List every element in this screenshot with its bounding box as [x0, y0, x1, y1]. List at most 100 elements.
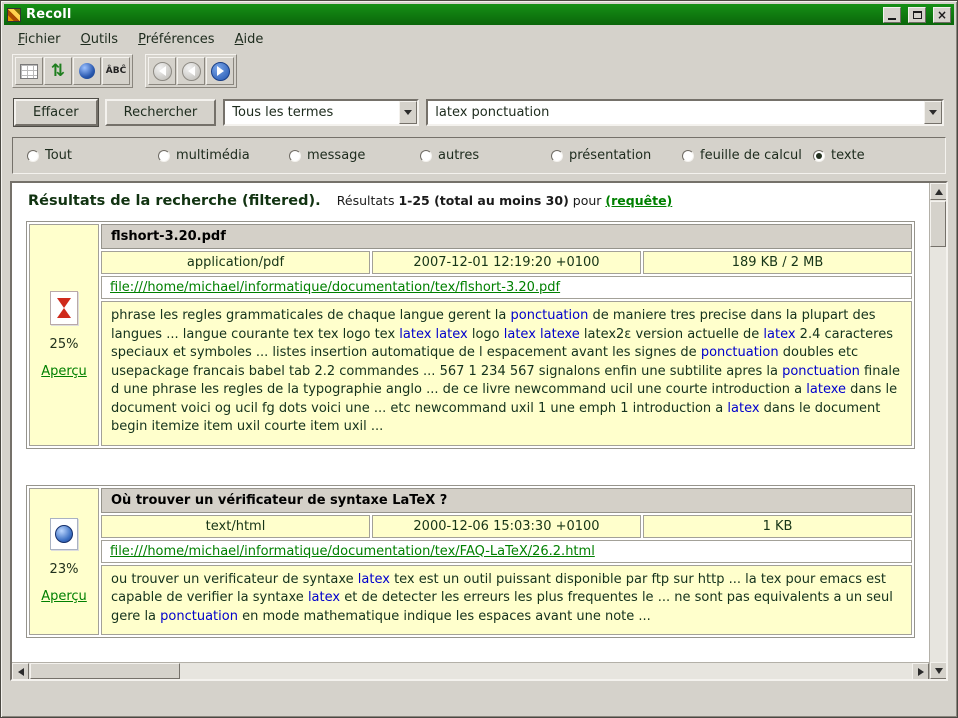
result-side-panel: 23% Aperçu [29, 488, 99, 636]
query-link[interactable]: (requête) [605, 193, 672, 208]
filter-message[interactable]: message [289, 148, 420, 163]
arrow-right-icon [918, 668, 924, 676]
chevron-down-icon [929, 110, 937, 115]
results-connector: pour [573, 193, 602, 208]
clear-search-button[interactable] [15, 57, 43, 85]
doc-date: 2007-12-01 12:19:20 +0100 [372, 251, 641, 274]
highlighted-term: latex [308, 590, 340, 605]
relevance-percent: 25% [50, 337, 79, 352]
horizontal-scrollbar-thumb[interactable] [30, 663, 180, 679]
update-index-button[interactable]: ⇅ [44, 57, 72, 85]
preview-link[interactable]: Aperçu [41, 364, 87, 379]
minimize-button[interactable] [883, 7, 901, 23]
result-main: Où trouver un vérificateur de syntaxe La… [101, 488, 912, 636]
scroll-down-button[interactable] [930, 662, 947, 679]
filter-label: présentation [569, 148, 651, 163]
next-page-button[interactable] [206, 57, 234, 85]
toolbar-group-main: ⇅ ÂBĈ [12, 54, 133, 88]
search-row: Effacer Rechercher Tous les termes [4, 93, 954, 130]
query-history-dropdown-button[interactable] [924, 101, 942, 124]
scroll-right-button[interactable] [912, 663, 929, 680]
document-url-link[interactable]: file:///home/michael/informatique/docume… [110, 544, 595, 559]
result-snippet: phrase les regles grammaticales de chaqu… [101, 301, 912, 446]
query-input[interactable] [428, 101, 924, 124]
filter-multimedia[interactable]: multimédia [158, 148, 289, 163]
html-document-icon[interactable] [50, 518, 78, 550]
filter-label: autres [438, 148, 479, 163]
results-area: Résultats de la recherche (filtered). Ré… [10, 181, 948, 681]
maximize-button[interactable] [908, 7, 926, 23]
document-url-link[interactable]: file:///home/michael/informatique/docume… [110, 280, 560, 295]
first-page-button[interactable] [148, 57, 176, 85]
menu-fichier[interactable]: Fichier [10, 29, 69, 50]
search-mode-combobox[interactable]: Tous les termes [223, 99, 419, 126]
radio-icon [289, 150, 301, 162]
filter-label: Tout [45, 148, 72, 163]
previous-page-button[interactable] [177, 57, 205, 85]
term-explorer-button[interactable]: ÂBĈ [102, 57, 130, 85]
search-button-tool[interactable] [73, 57, 101, 85]
highlighted-term: latex latexe [504, 327, 580, 342]
filter-tout[interactable]: Tout [27, 148, 158, 163]
results-header: Résultats de la recherche (filtered). Ré… [20, 191, 921, 221]
result-main: flshort-3.20.pdf application/pdf 2007-12… [101, 224, 912, 446]
filter-texte[interactable]: texte [813, 148, 865, 163]
radio-icon [551, 150, 563, 162]
next-page-icon [211, 62, 230, 81]
menu-preferences[interactable]: Préférences [130, 29, 222, 50]
preview-link[interactable]: Aperçu [41, 589, 87, 604]
radio-icon [27, 150, 39, 162]
titlebar: Recoll × [4, 4, 954, 25]
highlighted-term: latex [763, 327, 795, 342]
pdf-document-icon[interactable] [50, 291, 78, 325]
spellcheck-icon: ÂBĈ [106, 66, 126, 76]
result-meta-row: text/html 2000-12-06 15:03:30 +0100 1 KB [101, 515, 912, 538]
results-list: Résultats de la recherche (filtered). Ré… [12, 183, 929, 662]
search-button[interactable]: Rechercher [105, 99, 217, 126]
query-combobox[interactable] [426, 99, 944, 126]
snippet-text: en mode mathematique indique les espaces… [238, 609, 651, 624]
previous-page-icon [182, 62, 201, 81]
filter-label: multimédia [176, 148, 250, 163]
clear-search-icon [20, 64, 38, 79]
menubar: Fichier Outils Préférences Aide [4, 25, 954, 52]
first-page-icon [153, 62, 172, 81]
highlighted-term: latexe [806, 382, 846, 397]
clear-button[interactable]: Effacer [14, 99, 98, 126]
snippet-text: latex2ε version actuelle de [580, 327, 764, 342]
result-title: Où trouver un vérificateur de syntaxe La… [101, 488, 912, 513]
scroll-left-button[interactable] [12, 663, 29, 680]
close-icon: × [937, 10, 947, 20]
result-entry: 25% Aperçu flshort-3.20.pdf application/… [26, 221, 915, 449]
search-mode-dropdown-button[interactable] [399, 101, 417, 124]
mime-type: text/html [101, 515, 370, 538]
vertical-scrollbar[interactable] [929, 183, 946, 679]
snippet-text: ou trouver un verificateur de syntaxe [111, 572, 358, 587]
minimize-icon [888, 18, 896, 20]
filter-label: texte [831, 148, 865, 163]
search-mode-value: Tous les termes [225, 101, 399, 124]
horizontal-scrollbar[interactable] [12, 662, 929, 679]
vertical-scrollbar-thumb[interactable] [930, 201, 946, 247]
highlighted-term: ponctuation [160, 609, 238, 624]
filter-presentation[interactable]: présentation [551, 148, 682, 163]
snippet-text: phrase les regles grammaticales de chaqu… [111, 308, 511, 323]
filter-autres[interactable]: autres [420, 148, 551, 163]
window-title: Recoll [26, 7, 876, 22]
results-title: Résultats de la recherche (filtered). [28, 193, 321, 209]
close-button[interactable]: × [933, 7, 951, 23]
highlighted-term: ponctuation [511, 308, 589, 323]
mime-type: application/pdf [101, 251, 370, 274]
highlighted-term: latex latex [399, 327, 467, 342]
doc-date: 2000-12-06 15:03:30 +0100 [372, 515, 641, 538]
menu-aide[interactable]: Aide [227, 29, 272, 50]
scroll-up-button[interactable] [930, 183, 947, 200]
result-snippet: ou trouver un verificateur de syntaxe la… [101, 565, 912, 636]
maximize-icon [913, 11, 922, 19]
toolbar: ⇅ ÂBĈ [4, 52, 954, 93]
filter-feuille-de-calcul[interactable]: feuille de calcul [682, 148, 813, 163]
radio-icon [682, 150, 694, 162]
menu-outils[interactable]: Outils [73, 29, 127, 50]
radio-icon [420, 150, 432, 162]
result-url-row: file:///home/michael/informatique/docume… [101, 276, 912, 299]
